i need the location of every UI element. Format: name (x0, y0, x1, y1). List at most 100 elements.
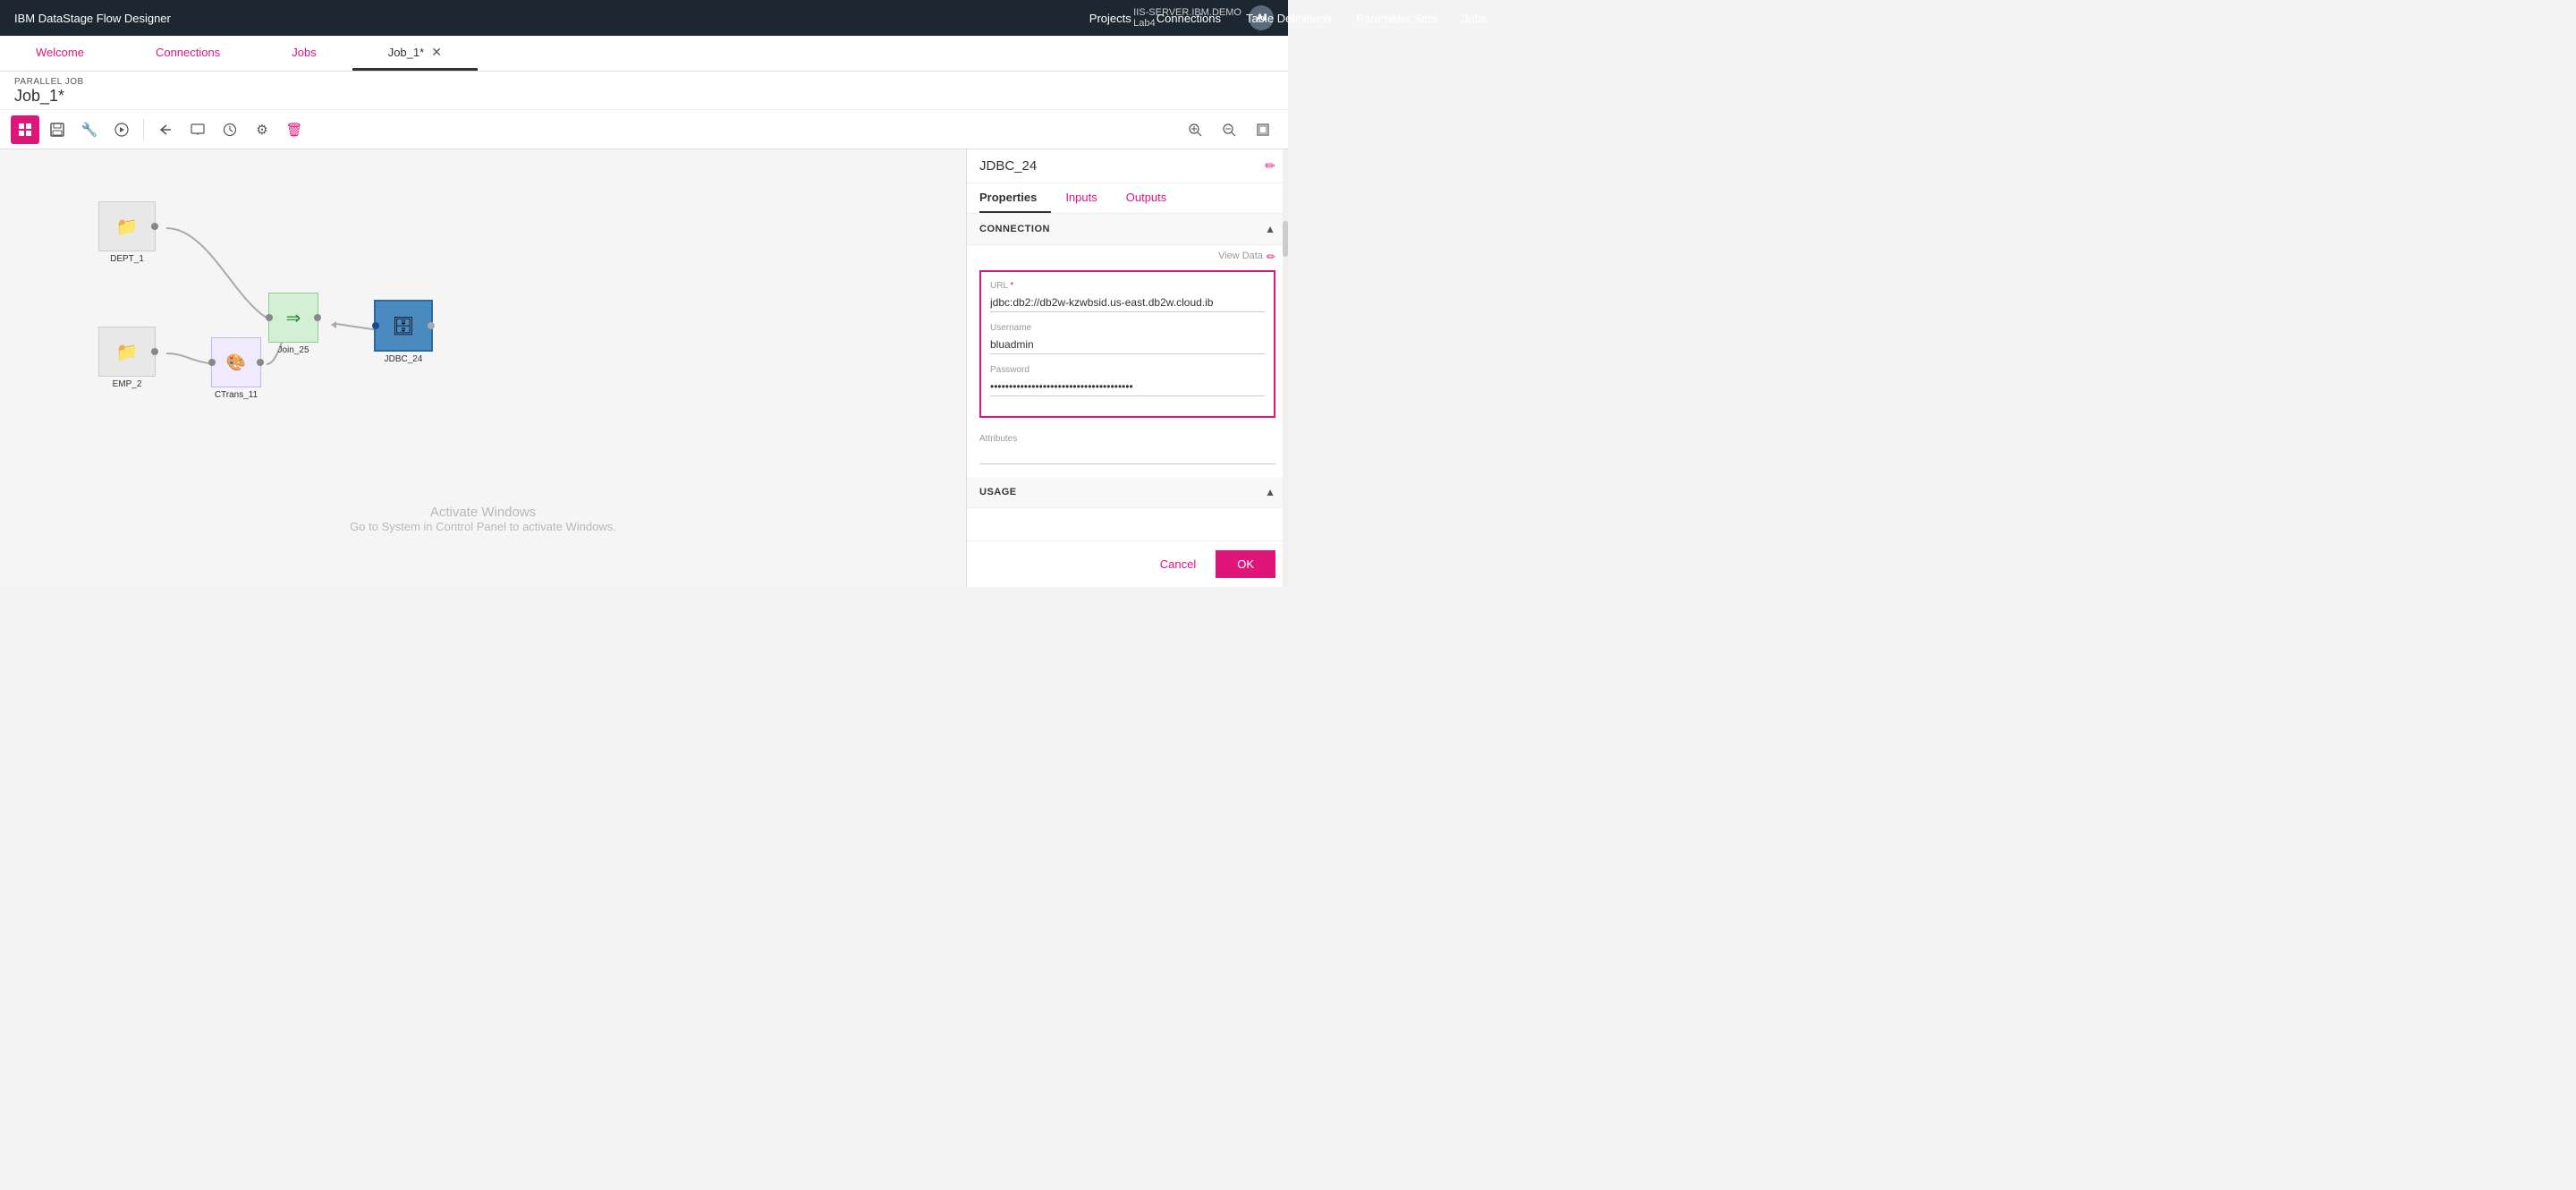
node-dept1-port-right (151, 223, 158, 230)
cancel-button[interactable]: Cancel (1149, 550, 1207, 578)
disk-icon (50, 123, 64, 137)
url-input[interactable] (990, 293, 1265, 312)
toolbar-gear-button[interactable]: ⚙ (248, 115, 276, 144)
tab-connections[interactable]: Connections (120, 36, 256, 71)
connection-section-header[interactable]: CONNECTION ▲ (967, 214, 1288, 245)
monitor-icon (191, 123, 205, 137)
grid-icon (18, 123, 32, 137)
node-jdbc24-label: JDBC_24 (385, 354, 423, 364)
panel-tab-inputs[interactable]: Inputs (1065, 183, 1111, 213)
connection-section-title: CONNECTION (979, 224, 1050, 234)
main-area: 📁 DEPT_1 📁 EMP_2 🎨 CTrans_11 (0, 149, 1288, 587)
node-dept1-box[interactable]: 📁 (98, 201, 156, 251)
node-join25-box[interactable]: ⇒ (268, 293, 318, 343)
toolbar-zoom-in-button[interactable] (1181, 115, 1209, 144)
usage-section-title: USAGE (979, 487, 1017, 497)
toolbar-back-button[interactable] (151, 115, 180, 144)
node-emp2-label: EMP_2 (113, 379, 142, 389)
node-join25[interactable]: ⇒ Join_25 (268, 293, 318, 355)
node-emp2-port-right (151, 348, 158, 355)
usage-chevron-icon: ▲ (1265, 486, 1275, 498)
canvas[interactable]: 📁 DEPT_1 📁 EMP_2 🎨 CTrans_11 (0, 149, 966, 587)
zoom-in-icon (1188, 123, 1202, 137)
toolbar-run-button[interactable] (107, 115, 136, 144)
panel-header: JDBC_24 ✏ (967, 149, 1288, 183)
ok-button[interactable]: OK (1216, 550, 1275, 578)
nav-parameter-sets[interactable]: Parameter Sets (1356, 12, 1436, 25)
nav-projects[interactable]: Projects (1089, 12, 1131, 25)
panel-scrollbar-thumb[interactable] (1283, 221, 1288, 257)
tab-job1[interactable]: Job_1* ✕ (352, 36, 478, 71)
top-navbar: IBM DataStage Flow Designer Projects Con… (0, 0, 1288, 36)
password-label: Password (990, 365, 1265, 375)
url-label: URL * (990, 281, 1265, 291)
node-jdbc24-box[interactable]: 🗄 (374, 300, 433, 352)
panel-footer: Cancel OK (967, 540, 1288, 587)
attributes-section: Attributes (967, 425, 1288, 473)
page-title: Job_1* (14, 87, 1274, 106)
attributes-label: Attributes (979, 434, 1275, 444)
fit-icon (1256, 123, 1270, 137)
node-ctrans11-port-left (208, 359, 216, 366)
node-jdbc24-port-right (428, 322, 435, 329)
toolbar: 🔧 ⚙ 🗑 (0, 110, 1288, 149)
node-emp2[interactable]: 📁 EMP_2 (98, 327, 156, 389)
node-dept1-label: DEPT_1 (110, 254, 144, 264)
view-data-edit-icon[interactable]: ✏ (1267, 251, 1275, 263)
nav-table-definitions[interactable]: Table Definitions (1246, 12, 1331, 25)
nav-jobs[interactable]: Jobs (1462, 12, 1487, 25)
connection-form: URL * Username Password (979, 270, 1275, 418)
password-input[interactable] (990, 378, 1265, 396)
node-dept1[interactable]: 📁 DEPT_1 (98, 201, 156, 264)
node-join25-port-left (266, 314, 273, 321)
nav-links: Projects Connections Table Definitions P… (1089, 12, 1487, 25)
node-emp2-box[interactable]: 📁 (98, 327, 156, 377)
attributes-input-line[interactable] (979, 446, 1275, 464)
password-field: Password (990, 365, 1265, 396)
usage-section-header[interactable]: USAGE ▲ (967, 477, 1288, 508)
url-required-marker: * (1010, 281, 1013, 291)
toolbar-fit-button[interactable] (1249, 115, 1277, 144)
toolbar-save-active-button[interactable] (11, 115, 39, 144)
zoom-out-icon (1222, 123, 1236, 137)
right-panel: JDBC_24 ✏ Properties Inputs Outputs CONN… (966, 149, 1288, 587)
username-input[interactable] (990, 336, 1265, 354)
clock-icon (223, 123, 237, 137)
page-header: PARALLEL JOB Job_1* (0, 72, 1288, 110)
toolbar-disk-button[interactable] (43, 115, 72, 144)
tab-jobs[interactable]: Jobs (256, 36, 352, 71)
node-join25-port-right (314, 314, 321, 321)
view-data-row: View Data ✏ (967, 245, 1288, 263)
back-icon (158, 123, 173, 137)
toolbar-zoom-controls (1181, 115, 1277, 144)
node-ctrans11-box[interactable]: 🎨 (211, 337, 261, 387)
panel-tab-properties[interactable]: Properties (979, 183, 1051, 213)
connection-chevron-icon: ▲ (1265, 223, 1275, 235)
toolbar-monitor-button[interactable] (183, 115, 212, 144)
toolbar-separator-1 (143, 119, 144, 140)
node-join25-label: Join_25 (277, 345, 309, 355)
tab-welcome[interactable]: Welcome (0, 36, 120, 71)
tab-bar: Welcome Connections Jobs Job_1* ✕ (0, 36, 1288, 72)
tab-close-icon[interactable]: ✕ (431, 45, 442, 60)
toolbar-clock-button[interactable] (216, 115, 244, 144)
activate-windows-watermark: Activate Windows Go to System in Control… (350, 505, 616, 533)
job-type-label: PARALLEL JOB (14, 77, 1274, 87)
username-label: Username (990, 323, 1265, 333)
node-ctrans11-label: CTrans_11 (215, 390, 258, 400)
panel-edit-icon[interactable]: ✏ (1265, 158, 1275, 174)
toolbar-wrench-button[interactable]: 🔧 (75, 115, 104, 144)
app-brand: IBM DataStage Flow Designer (14, 12, 171, 25)
toolbar-zoom-out-button[interactable] (1215, 115, 1243, 144)
nav-connections[interactable]: Connections (1157, 12, 1221, 25)
node-ctrans11-port-right (257, 359, 264, 366)
panel-content: CONNECTION ▲ View Data ✏ URL * (967, 214, 1288, 540)
panel-scrollbar-track[interactable] (1283, 149, 1288, 587)
panel-tab-outputs[interactable]: Outputs (1126, 183, 1182, 213)
toolbar-delete-button[interactable]: 🗑 (280, 115, 309, 144)
view-data-link[interactable]: View Data (1218, 251, 1263, 263)
node-jdbc24-port-left (372, 322, 379, 329)
node-ctrans11[interactable]: 🎨 CTrans_11 (211, 337, 261, 400)
node-jdbc24[interactable]: 🗄 JDBC_24 (374, 300, 433, 364)
username-field: Username (990, 323, 1265, 354)
